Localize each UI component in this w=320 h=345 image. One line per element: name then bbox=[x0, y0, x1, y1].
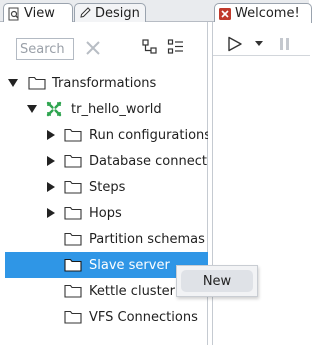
pause-icon[interactable] bbox=[278, 36, 292, 52]
tree-label: Hops bbox=[89, 205, 122, 221]
tree-label: Slave server bbox=[89, 257, 170, 273]
tree-node-vfs-connections[interactable]: VFS Connections bbox=[0, 304, 208, 330]
context-menu: New bbox=[176, 265, 258, 297]
view-icon bbox=[8, 7, 19, 20]
welcome-tab-icon bbox=[219, 7, 231, 20]
tree-label: VFS Connections bbox=[89, 309, 198, 325]
pencil-icon bbox=[80, 7, 91, 18]
run-icon[interactable] bbox=[227, 36, 243, 52]
search-input[interactable] bbox=[16, 38, 74, 60]
tree-node-steps[interactable]: Steps bbox=[0, 174, 208, 200]
tab-design-label: Design bbox=[95, 5, 140, 21]
folder-icon bbox=[28, 76, 46, 90]
canvas-toolbar bbox=[213, 30, 310, 56]
tree-node-transformations[interactable]: Transformations bbox=[0, 70, 208, 96]
tab-welcome[interactable]: Welcome! bbox=[214, 3, 312, 23]
folder-icon bbox=[64, 310, 82, 324]
collapse-all-icon[interactable] bbox=[141, 38, 159, 56]
context-menu-new[interactable]: New bbox=[181, 270, 253, 292]
tab-view-label: View bbox=[24, 6, 55, 21]
tab-welcome-label: Welcome! bbox=[235, 6, 300, 21]
expand-arrow-icon[interactable] bbox=[47, 156, 55, 166]
folder-icon bbox=[64, 284, 82, 298]
transformation-icon bbox=[46, 101, 62, 117]
expand-arrow-icon[interactable] bbox=[47, 130, 55, 140]
folder-icon bbox=[64, 154, 82, 168]
tree-node-hops[interactable]: Hops bbox=[0, 200, 208, 226]
folder-icon bbox=[64, 232, 82, 246]
expand-arrow-icon[interactable] bbox=[8, 79, 18, 87]
close-icon[interactable] bbox=[85, 40, 101, 56]
tree-label: Steps bbox=[89, 179, 126, 195]
folder-icon bbox=[64, 258, 82, 272]
folder-icon bbox=[64, 128, 82, 142]
tab-bar: View Design Welcome! bbox=[0, 0, 312, 23]
tab-design[interactable]: Design bbox=[74, 3, 146, 22]
tree-label: Transformations bbox=[52, 75, 157, 91]
expand-arrow-icon[interactable] bbox=[47, 182, 55, 192]
tree-label: Database connections bbox=[89, 153, 208, 169]
tree-node-database-connections[interactable]: Database connections bbox=[0, 148, 208, 174]
expand-all-icon[interactable] bbox=[167, 38, 185, 56]
tree-node-partition-schemas[interactable]: Partition schemas bbox=[0, 226, 208, 252]
tree-node-run-configurations[interactable]: Run configurations bbox=[0, 122, 208, 148]
tab-view[interactable]: View bbox=[3, 3, 73, 23]
chevron-down-icon[interactable] bbox=[255, 41, 263, 47]
tree-label: Run configurations bbox=[89, 127, 208, 143]
tree-label: Kettle cluster bbox=[89, 283, 176, 299]
folder-icon bbox=[64, 206, 82, 220]
folder-icon bbox=[64, 180, 82, 194]
expand-arrow-icon[interactable] bbox=[27, 105, 37, 113]
tree-node-tr-hello-world[interactable]: tr_hello_world bbox=[0, 96, 208, 122]
tree-label: Partition schemas bbox=[89, 231, 205, 247]
expand-arrow-icon[interactable] bbox=[47, 208, 55, 218]
tree-label: tr_hello_world bbox=[71, 101, 162, 117]
